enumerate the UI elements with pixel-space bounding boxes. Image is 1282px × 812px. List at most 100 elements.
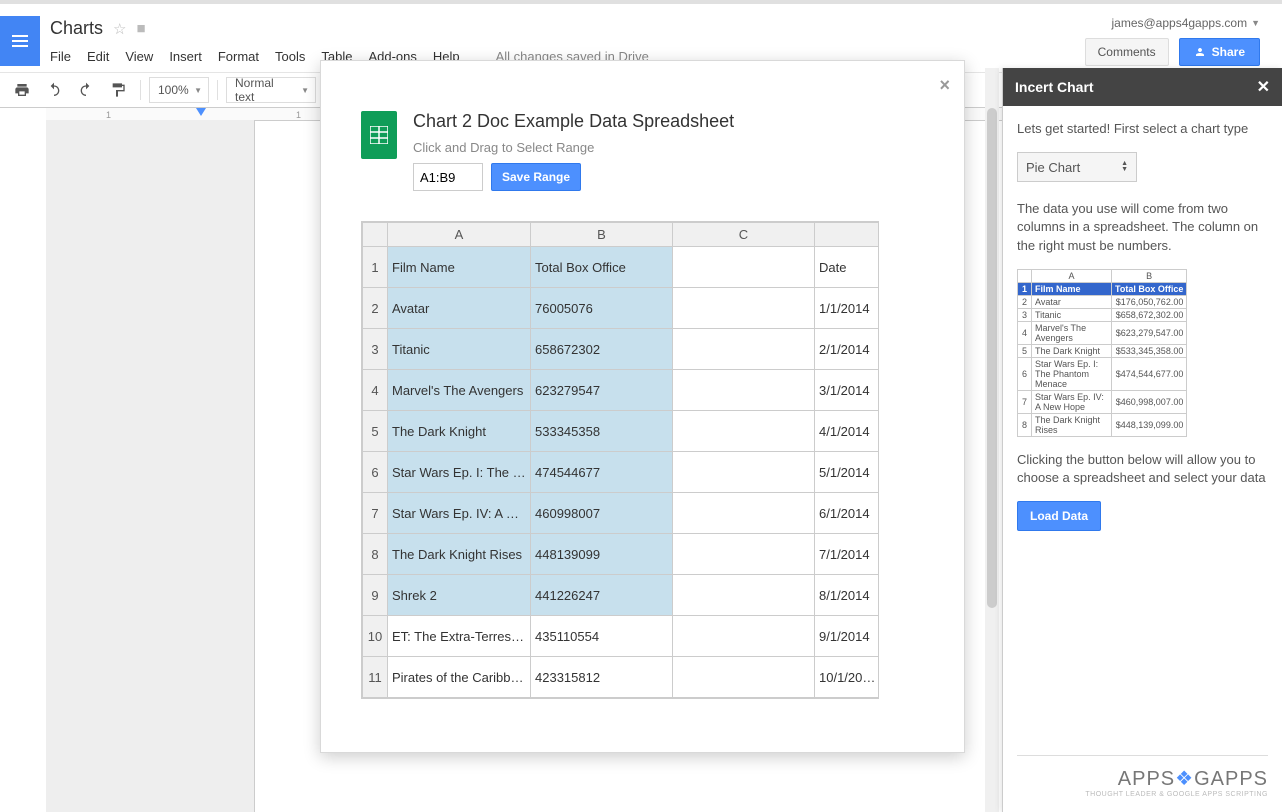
cell[interactable]: 658672302	[531, 329, 673, 370]
table-row[interactable]: 7Star Wars Ep. IV: A Ne…4609980076/1/201…	[363, 493, 880, 534]
table-row[interactable]: 9Shrek 24412262478/1/2014	[363, 575, 880, 616]
range-picker-modal: × Chart 2 Doc Example Data Spreadsheet C…	[320, 60, 965, 753]
cell[interactable]: Star Wars Ep. I: The P…	[388, 452, 531, 493]
cell[interactable]: 623279547	[531, 370, 673, 411]
app-header: Charts ☆ ■ File Edit View Insert Format Tools…	[0, 4, 1282, 66]
table-row[interactable]: 3Titanic6586723022/1/2014	[363, 329, 880, 370]
load-data-button[interactable]: Load Data	[1017, 501, 1101, 531]
cell[interactable]: 460998007	[531, 493, 673, 534]
comments-button[interactable]: Comments	[1085, 38, 1169, 66]
cell[interactable]	[673, 411, 815, 452]
example-table: AB 1Film NameTotal Box Office2Avatar$176…	[1017, 269, 1187, 437]
range-input[interactable]	[413, 163, 483, 191]
column-header[interactable]	[815, 223, 880, 247]
account-email[interactable]: james@apps4gapps.com▼	[1085, 16, 1260, 30]
cell[interactable]	[673, 616, 815, 657]
cell[interactable]: The Dark Knight Rises	[388, 534, 531, 575]
cell[interactable]	[673, 534, 815, 575]
cell[interactable]: ET: The Extra-Terrestrial	[388, 616, 531, 657]
table-row[interactable]: 6Star Wars Ep. I: The P…4745446775/1/201…	[363, 452, 880, 493]
cell[interactable]: 448139099	[531, 534, 673, 575]
menu-edit[interactable]: Edit	[87, 49, 109, 64]
sidepanel-title: Incert Chart	[1015, 79, 1094, 95]
cell[interactable]: 4/1/2014	[815, 411, 880, 452]
menu-view[interactable]: View	[125, 49, 153, 64]
cell[interactable]: 441226247	[531, 575, 673, 616]
paragraph-style-select[interactable]: Normal text▼	[226, 77, 316, 103]
cell[interactable]: Total Box Office	[531, 247, 673, 288]
spreadsheet-grid[interactable]: ABC 1Film NameTotal Box OfficeDate2Avata…	[362, 222, 879, 698]
menu-tools[interactable]: Tools	[275, 49, 305, 64]
cell[interactable]: 474544677	[531, 452, 673, 493]
column-header[interactable]: B	[531, 223, 673, 247]
share-button[interactable]: Share	[1179, 38, 1260, 66]
sidepanel-desc: The data you use will come from two colu…	[1017, 200, 1268, 255]
cell[interactable]: Shrek 2	[388, 575, 531, 616]
cell[interactable]: Pirates of the Caribbea…	[388, 657, 531, 698]
cell[interactable]: 533345358	[531, 411, 673, 452]
cell[interactable]	[673, 493, 815, 534]
sheets-icon	[361, 111, 397, 159]
document-title[interactable]: Charts	[50, 18, 103, 39]
column-header[interactable]: C	[673, 223, 815, 247]
cell[interactable]: Star Wars Ep. IV: A Ne…	[388, 493, 531, 534]
folder-icon[interactable]: ■	[136, 20, 145, 37]
cell[interactable]: 435110554	[531, 616, 673, 657]
cell[interactable]: 76005076	[531, 288, 673, 329]
cell[interactable]: 2/1/2014	[815, 329, 880, 370]
cell[interactable]: 9/1/2014	[815, 616, 880, 657]
cell[interactable]: 6/1/2014	[815, 493, 880, 534]
cell[interactable]: Titanic	[388, 329, 531, 370]
cell[interactable]: 5/1/2014	[815, 452, 880, 493]
chart-type-select[interactable]: Pie Chart ▲▼	[1017, 152, 1137, 182]
cell[interactable]	[673, 329, 815, 370]
sidepanel-footer: APPS❖GAPPS THOUGHT LEADER & GOOGLE APPS …	[1017, 755, 1268, 798]
zoom-select[interactable]: 100%▼	[149, 77, 209, 103]
paint-format-icon[interactable]	[104, 77, 132, 103]
cell[interactable]: Marvel's The Avengers	[388, 370, 531, 411]
undo-icon[interactable]	[40, 77, 68, 103]
indent-marker-icon[interactable]	[196, 108, 206, 116]
column-header[interactable]: A	[388, 223, 531, 247]
modal-close-icon[interactable]: ×	[939, 75, 950, 96]
table-row[interactable]: 5The Dark Knight5333453584/1/2014	[363, 411, 880, 452]
cell[interactable]	[673, 370, 815, 411]
modal-subtitle: Click and Drag to Select Range	[413, 140, 734, 155]
cell[interactable]	[673, 288, 815, 329]
vertical-scrollbar[interactable]	[985, 68, 999, 812]
cell[interactable]	[673, 657, 815, 698]
insert-chart-panel: Incert Chart ✕ Lets get started! First s…	[1002, 68, 1282, 812]
modal-title: Chart 2 Doc Example Data Spreadsheet	[413, 111, 734, 132]
docs-app-icon[interactable]	[0, 16, 40, 66]
cell[interactable]: 423315812	[531, 657, 673, 698]
cell[interactable]: Film Name	[388, 247, 531, 288]
cell[interactable]: 3/1/2014	[815, 370, 880, 411]
save-range-button[interactable]: Save Range	[491, 163, 581, 191]
brand-logo: APPS❖GAPPS	[1017, 766, 1268, 791]
sidepanel-close-icon[interactable]: ✕	[1257, 77, 1270, 97]
menu-insert[interactable]: Insert	[169, 49, 202, 64]
cell[interactable]: The Dark Knight	[388, 411, 531, 452]
cell[interactable]: 10/1/2014	[815, 657, 880, 698]
table-row[interactable]: 11Pirates of the Caribbea…42331581210/1/…	[363, 657, 880, 698]
cell[interactable]	[673, 452, 815, 493]
table-row[interactable]: 2Avatar760050761/1/2014	[363, 288, 880, 329]
cell[interactable]: 8/1/2014	[815, 575, 880, 616]
cell[interactable]: 1/1/2014	[815, 288, 880, 329]
cell[interactable]: Avatar	[388, 288, 531, 329]
sidepanel-intro: Lets get started! First select a chart t…	[1017, 120, 1268, 138]
table-row[interactable]: 4Marvel's The Avengers6232795473/1/2014	[363, 370, 880, 411]
print-icon[interactable]	[8, 77, 36, 103]
table-row[interactable]: 8The Dark Knight Rises4481390997/1/2014	[363, 534, 880, 575]
cell[interactable]: Date	[815, 247, 880, 288]
table-row[interactable]: 1Film NameTotal Box OfficeDate	[363, 247, 880, 288]
table-row[interactable]: 10ET: The Extra-Terrestrial4351105549/1/…	[363, 616, 880, 657]
sidepanel-desc2: Clicking the button below will allow you…	[1017, 451, 1268, 487]
menu-file[interactable]: File	[50, 49, 71, 64]
cell[interactable]	[673, 575, 815, 616]
star-icon[interactable]: ☆	[113, 20, 126, 38]
cell[interactable]: 7/1/2014	[815, 534, 880, 575]
menu-format[interactable]: Format	[218, 49, 259, 64]
redo-icon[interactable]	[72, 77, 100, 103]
cell[interactable]	[673, 247, 815, 288]
